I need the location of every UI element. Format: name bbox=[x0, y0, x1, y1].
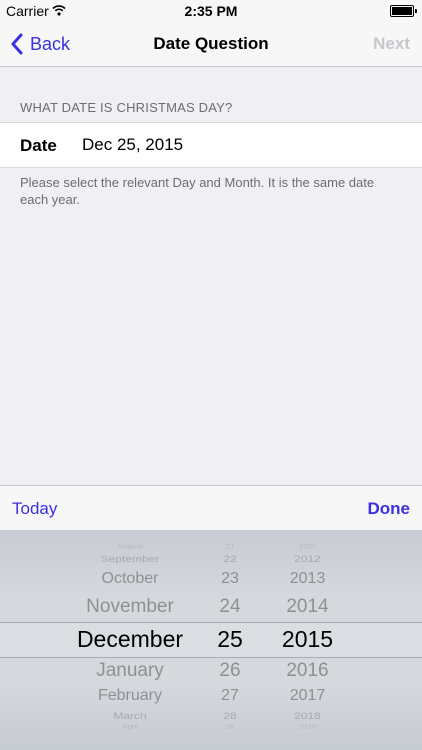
status-bar: Carrier 2:35 PM bbox=[0, 0, 422, 22]
date-field-row[interactable]: Date Dec 25, 2015 bbox=[0, 122, 422, 168]
status-time: 2:35 PM bbox=[184, 3, 238, 19]
picker-item[interactable]: March bbox=[30, 711, 230, 722]
picker-item[interactable]: August bbox=[30, 543, 230, 550]
picker-item[interactable]: September bbox=[30, 554, 230, 565]
picker-item[interactable]: 2016 bbox=[270, 660, 345, 682]
day-wheel[interactable]: 21 22 23 24 25 26 27 28 29 bbox=[205, 530, 255, 750]
picker-item[interactable]: February bbox=[30, 687, 230, 705]
picker-item[interactable]: 23 bbox=[205, 570, 255, 588]
picker-item-selected[interactable]: 25 bbox=[205, 626, 255, 653]
picker-item[interactable]: 2014 bbox=[270, 596, 345, 618]
question-header: WHAT DATE IS CHRISTMAS DAY? bbox=[20, 100, 233, 115]
picker-item[interactable]: 29 bbox=[205, 723, 255, 730]
picker-item[interactable]: November bbox=[30, 596, 230, 618]
date-picker[interactable]: August September October November December Ja… bbox=[0, 530, 422, 750]
picker-item[interactable]: 2011 bbox=[270, 543, 345, 550]
date-field-value[interactable]: Dec 25, 2015 bbox=[82, 135, 183, 155]
picker-item[interactable]: January bbox=[30, 660, 230, 682]
picker-item[interactable]: 27 bbox=[205, 687, 255, 705]
picker-item[interactable]: 2019 bbox=[270, 723, 345, 730]
month-wheel[interactable]: August September October November December Ja… bbox=[30, 530, 230, 750]
picker-item[interactable]: 28 bbox=[205, 711, 255, 722]
next-button[interactable]: Next bbox=[373, 34, 410, 54]
picker-item[interactable]: 2012 bbox=[270, 554, 345, 565]
chevron-left-icon bbox=[11, 33, 23, 55]
today-button[interactable]: Today bbox=[12, 499, 57, 519]
done-button[interactable]: Done bbox=[368, 499, 411, 519]
date-field-label: Date bbox=[20, 136, 57, 155]
picker-item[interactable]: 24 bbox=[205, 596, 255, 618]
picker-item[interactable]: October bbox=[30, 570, 230, 588]
navigation-bar: Back Date Question Next bbox=[0, 22, 422, 67]
picker-item-selected[interactable]: December bbox=[30, 626, 230, 653]
picker-item[interactable]: April bbox=[30, 723, 230, 730]
year-wheel[interactable]: 2011 2012 2013 2014 2015 2016 2017 2018 2019 bbox=[270, 530, 345, 750]
picker-item[interactable]: 21 bbox=[205, 543, 255, 550]
back-button-label: Back bbox=[30, 33, 71, 54]
picker-item[interactable]: 2017 bbox=[270, 687, 345, 705]
picker-item-selected[interactable]: 2015 bbox=[270, 626, 345, 653]
picker-item[interactable]: 2018 bbox=[270, 711, 345, 722]
back-button[interactable]: Back bbox=[10, 30, 70, 58]
question-footer: Please select the relevant Day and Month… bbox=[20, 175, 375, 207]
picker-item[interactable]: 2013 bbox=[270, 570, 345, 588]
picker-item[interactable]: 22 bbox=[205, 554, 255, 565]
picker-toolbar: Today Done bbox=[0, 485, 422, 530]
battery-icon bbox=[390, 5, 417, 17]
picker-item[interactable]: 26 bbox=[205, 660, 255, 682]
